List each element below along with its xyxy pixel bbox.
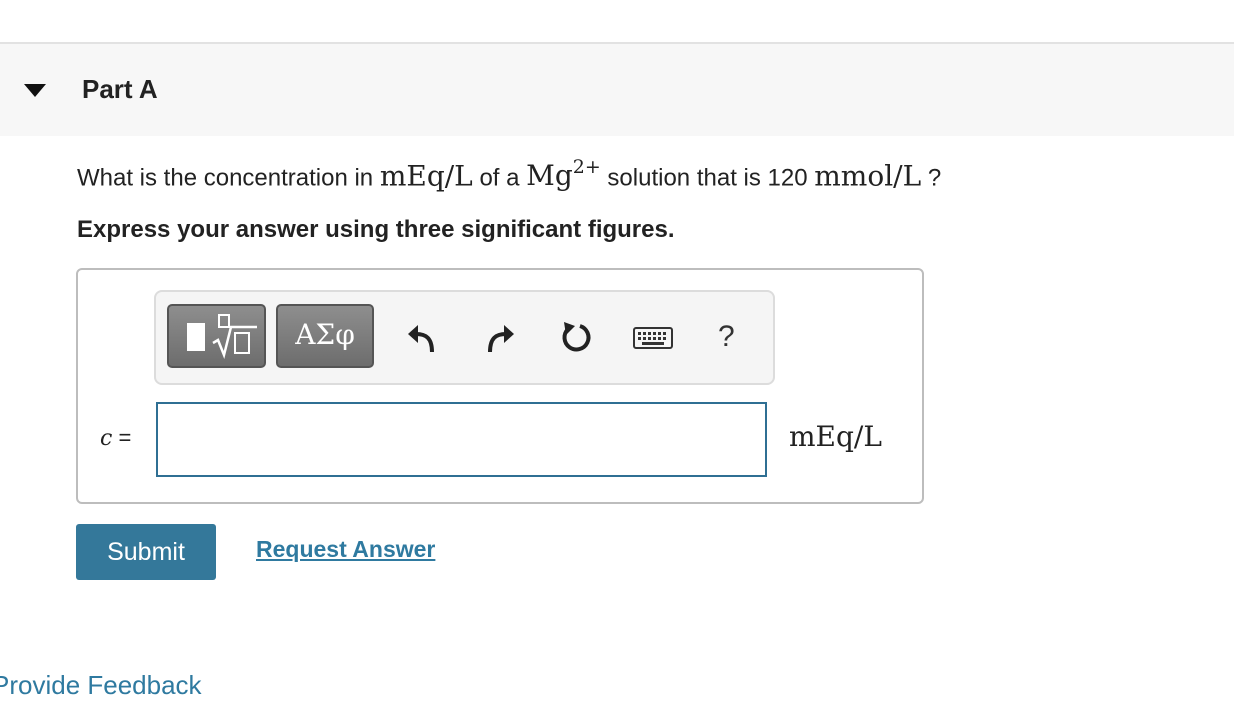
answer-input[interactable] (156, 402, 767, 477)
collapse-caret-icon[interactable] (24, 84, 46, 97)
templates-button[interactable] (167, 304, 266, 368)
variable-symbol: c (100, 426, 113, 451)
redo-icon[interactable] (482, 320, 518, 356)
answer-variable-label: c = (100, 425, 131, 451)
radical-icon (212, 314, 257, 360)
question-mid: of a (472, 164, 527, 192)
keyboard-icon[interactable] (632, 320, 674, 356)
help-button[interactable]: ? (718, 320, 735, 354)
question-end: ? (921, 164, 942, 192)
template-box-icon (187, 323, 205, 351)
answer-instruction: Express your answer using three signific… (77, 216, 675, 243)
question-unit-mEq: mEq/L (379, 159, 473, 193)
undo-icon[interactable] (404, 320, 440, 356)
question-pre: What is the concentration in (77, 164, 380, 192)
request-answer-link[interactable]: Request Answer (256, 536, 435, 563)
question-unit-mmol: mmol/L (814, 159, 922, 193)
reset-icon[interactable] (558, 320, 594, 356)
math-toolbar: ΑΣφ ? (154, 290, 775, 385)
question-ion: Mg2+ (526, 156, 601, 193)
ion-symbol: Mg (526, 159, 573, 193)
equals-sign: = (112, 425, 132, 450)
ion-charge: 2+ (572, 156, 601, 178)
part-title: Part A (82, 74, 158, 104)
answer-unit: mEq/L (789, 420, 882, 453)
part-header (0, 44, 1234, 136)
question-post: solution that is 120 (600, 164, 815, 192)
submit-button[interactable]: Submit (76, 524, 216, 580)
question-text: What is the concentration in mEq/L of a … (77, 156, 942, 193)
greek-symbols-button[interactable]: ΑΣφ (276, 304, 374, 368)
